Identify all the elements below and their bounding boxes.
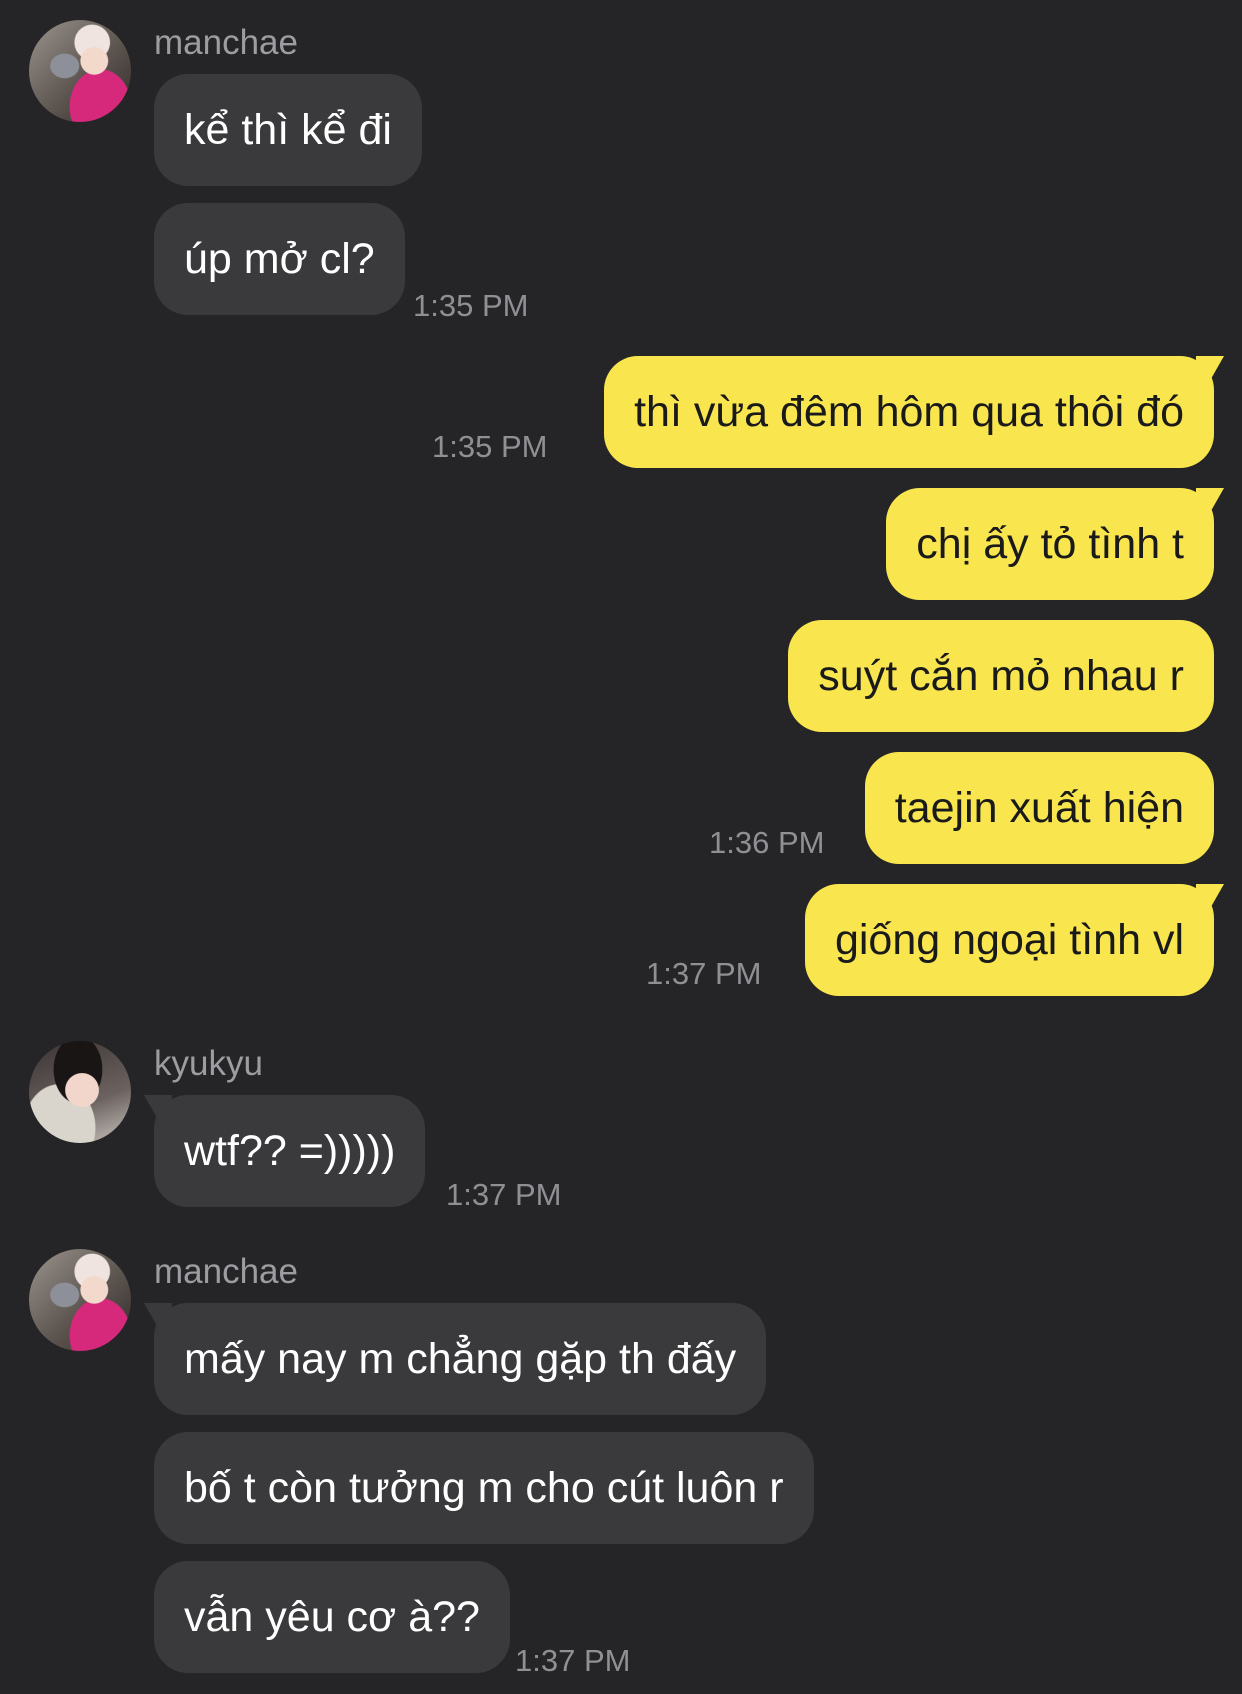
message-timestamp: 1:35 PM (413, 288, 529, 323)
sender-name: manchae (154, 23, 298, 62)
message-bubble[interactable]: wtf?? =))))) (154, 1095, 426, 1207)
message-bubble[interactable]: taejin xuất hiện (864, 752, 1214, 864)
message-bubble[interactable]: thì vừa đêm hôm qua thôi đó (604, 356, 1214, 468)
message-bubble[interactable]: giống ngoại tình vl (804, 884, 1214, 996)
message-timestamp: 1:37 PM (515, 1643, 631, 1678)
avatar[interactable] (29, 20, 131, 122)
avatar[interactable] (29, 1041, 131, 1143)
sender-name: kyukyu (154, 1044, 263, 1083)
message-timestamp: 1:37 PM (446, 1177, 562, 1212)
message-bubble[interactable]: chị ấy tỏ tình t (886, 488, 1214, 600)
message-bubble[interactable]: kể thì kể đi (154, 74, 422, 186)
message-bubble[interactable]: úp mở cl? (154, 203, 405, 315)
avatar[interactable] (29, 1249, 131, 1351)
message-bubble[interactable]: bố t còn tưởng m cho cút luôn r (154, 1432, 814, 1544)
message-timestamp: 1:37 PM (646, 956, 762, 991)
message-timestamp: 1:35 PM (432, 429, 548, 464)
sender-name: manchae (154, 1252, 298, 1291)
message-bubble[interactable]: suýt cắn mỏ nhau r (788, 620, 1214, 732)
message-timestamp: 1:36 PM (709, 825, 825, 860)
message-bubble[interactable]: vẫn yêu cơ à?? (154, 1561, 510, 1673)
message-bubble[interactable]: mấy nay m chẳng gặp th đấy (154, 1303, 767, 1415)
